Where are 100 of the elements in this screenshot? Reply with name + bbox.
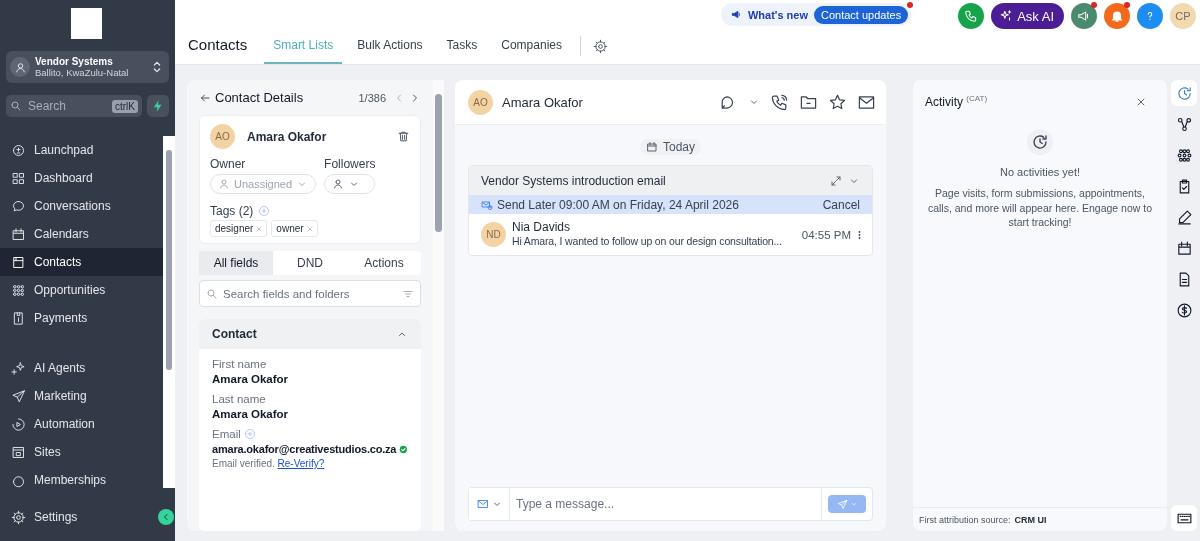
tab[interactable]: Actions <box>347 251 421 275</box>
field-label: Last name <box>212 393 267 405</box>
initials-avatar: AO <box>210 124 235 149</box>
tab[interactable]: DND <box>273 251 347 275</box>
schedule-text: Send Later 09:00 AM on Friday, 24 April 2026 <box>497 197 740 212</box>
field-label: First name <box>212 358 268 370</box>
account-switcher[interactable]: Vendor Systems Ballito, KwaZulu-Natal <box>6 51 169 83</box>
nav-item[interactable]: Contacts <box>0 248 163 276</box>
search-field[interactable]: Search ctrlK <box>6 95 142 117</box>
nav-item[interactable]: AI Agents <box>0 354 163 382</box>
nav-item[interactable]: Conversations <box>0 192 163 220</box>
search-icon <box>10 100 22 112</box>
settings-icon <box>11 509 26 525</box>
dashboard-icon <box>11 170 26 186</box>
trash-icon[interactable] <box>397 130 410 143</box>
owner-label: Owner <box>210 157 247 171</box>
phone-icon[interactable] <box>770 92 789 112</box>
initials-avatar: AO <box>468 89 493 115</box>
field-label: Email <box>212 428 241 440</box>
whats-new-pill[interactable]: What's new Contact updates <box>720 3 912 26</box>
rocket-icon <box>11 142 26 158</box>
more-icon[interactable] <box>857 228 862 241</box>
sparkle-icon <box>999 9 1014 23</box>
message-composer[interactable]: Type a message... <box>468 487 873 521</box>
history-icon <box>1027 129 1053 155</box>
nav-item[interactable]: Memberships <box>0 466 163 494</box>
date-chip: Today <box>640 139 701 155</box>
account-name: Vendor Systems <box>35 56 114 67</box>
email-value: amara.okafor@creativestudios.co.za <box>212 443 397 455</box>
tab[interactable]: Companies <box>492 28 571 64</box>
search-input[interactable]: Search <box>26 98 108 114</box>
nav-item[interactable]: Sites <box>0 438 163 466</box>
field-value: Amara Okafor <box>212 408 290 420</box>
scrollbar[interactable] <box>163 136 175 488</box>
cancel-link[interactable]: Cancel <box>822 197 860 212</box>
tab[interactable]: Bulk Actions <box>348 28 432 64</box>
verification-note: Email verified. Re-Verify? <box>212 458 326 469</box>
star-icon[interactable] <box>828 92 847 112</box>
search-field[interactable]: Search fields and folders <box>199 280 421 307</box>
dots-grid-icon <box>11 282 26 298</box>
field-value: Amara Okafor <box>212 373 290 385</box>
bell-icon <box>1110 9 1124 23</box>
phone-icon <box>964 9 979 23</box>
nav-item[interactable]: Payments <box>0 304 163 332</box>
contact-name: Amara Okafor <box>247 129 328 144</box>
notifications-button[interactable] <box>1104 3 1130 29</box>
contact-updates-button[interactable]: Contact updates <box>814 5 909 24</box>
keyboard-icon[interactable] <box>1171 505 1197 531</box>
attribution-value: CRM UI <box>1014 515 1047 525</box>
megaphone-icon <box>730 9 742 20</box>
nav-item[interactable]: Automation <box>0 410 163 438</box>
receipt-icon <box>11 310 26 326</box>
activity-icon[interactable] <box>1171 80 1197 106</box>
calendar-icon <box>11 226 26 242</box>
user-icon <box>10 57 30 77</box>
paper-plane-icon <box>11 388 26 404</box>
settings-icon[interactable] <box>593 38 608 54</box>
reverify-link[interactable]: Re-Verify? <box>277 458 325 469</box>
ask-ai-button[interactable]: Ask AI <box>991 3 1064 29</box>
shortcut-badge: ctrlK <box>112 99 138 113</box>
expand-icon[interactable] <box>830 174 842 187</box>
email-subject: Vendor Systems introduction email <box>481 173 667 188</box>
announcements-button[interactable] <box>1071 3 1097 29</box>
sender-name: Nia Davids <box>512 220 572 234</box>
tab[interactable]: All fields <box>199 251 273 275</box>
phone-button[interactable] <box>958 3 985 29</box>
calendar-icon <box>646 141 658 153</box>
search-icon <box>206 287 218 300</box>
record-counter: 1/386 <box>358 91 386 104</box>
panel-title: Contact Details <box>215 90 305 105</box>
attribution-label: First attribution source: <box>919 515 1011 525</box>
tags-label: Tags (2) <box>210 204 254 218</box>
nav-item[interactable]: Opportunities <box>0 276 163 304</box>
settings-nav-item[interactable]: Settings <box>0 503 78 531</box>
collapse-button[interactable] <box>158 509 174 525</box>
logo-placeholder <box>71 8 102 39</box>
nav-item[interactable]: Marketing <box>0 382 163 410</box>
quick-action-button[interactable] <box>147 95 169 117</box>
help-button[interactable] <box>1137 3 1163 29</box>
chevron-updown-icon <box>153 60 161 74</box>
back-arrow-icon[interactable] <box>199 91 211 104</box>
nav-item[interactable]: Launchpad <box>0 136 163 164</box>
user-avatar[interactable]: CP <box>1170 3 1196 29</box>
mail-icon <box>477 498 489 510</box>
section-header[interactable]: Contact <box>199 319 421 349</box>
empty-state-title: No activities yet! <box>999 166 1081 178</box>
megaphone-icon <box>1077 9 1091 23</box>
page-title: Contacts <box>188 35 248 55</box>
tag-chip[interactable]: designer <box>210 220 268 237</box>
tab[interactable]: Tasks <box>437 28 487 64</box>
scrollbar[interactable] <box>433 80 444 531</box>
contact-name: Amara Okafor <box>502 94 584 110</box>
caret-icon <box>849 500 858 508</box>
empty-state-text: Page visits, form submissions, appointments, calls, and more will appear here. Engage now to start tracking! <box>927 186 1153 231</box>
website-icon <box>11 444 26 460</box>
followers-label: Followers <box>324 157 376 171</box>
tag-chip[interactable]: owner <box>271 220 318 237</box>
nav-item[interactable]: Dashboard <box>0 164 163 192</box>
scheduled-mail-icon <box>481 198 493 211</box>
nav-item[interactable]: Calendars <box>0 220 163 248</box>
